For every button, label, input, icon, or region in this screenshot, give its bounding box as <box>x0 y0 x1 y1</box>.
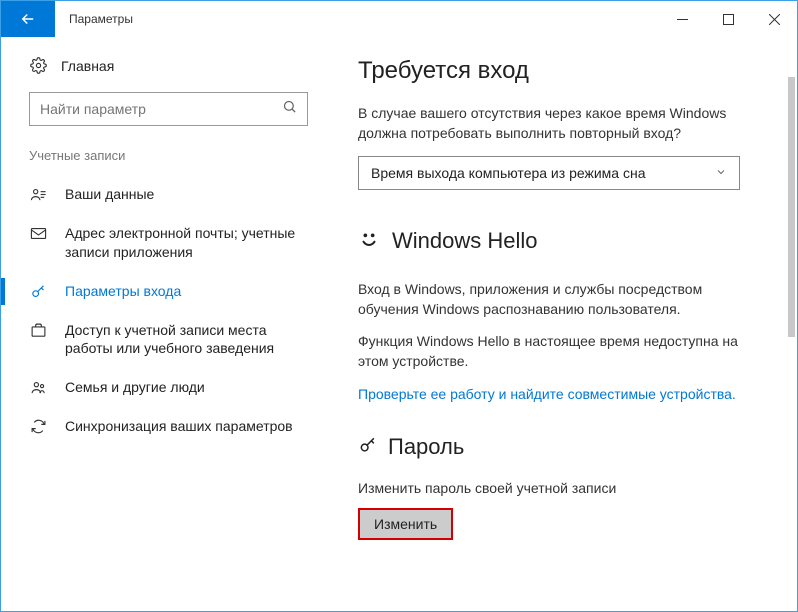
back-button[interactable] <box>1 1 55 37</box>
require-signin-dropdown[interactable]: Время выхода компьютера из режима сна <box>358 156 740 190</box>
window-title: Параметры <box>69 12 133 26</box>
arrow-left-icon <box>19 10 37 28</box>
minimize-icon <box>677 14 688 25</box>
nav-your-info[interactable]: Ваши данные <box>1 175 336 214</box>
hello-heading-row: Windows Hello <box>358 228 777 255</box>
nav-list: Ваши данные Адрес электронной почты; уче… <box>1 175 336 446</box>
nav-email-accounts[interactable]: Адрес электронной почты; учетные записи … <box>1 214 336 272</box>
password-heading-row: Пароль <box>358 434 777 460</box>
signin-description: В случае вашего отсутствия через какое в… <box>358 103 758 144</box>
maximize-icon <box>723 14 734 25</box>
close-button[interactable] <box>751 1 797 37</box>
key-icon <box>29 283 47 300</box>
scrollbar[interactable] <box>788 77 795 337</box>
signin-heading: Требуется вход <box>358 57 777 85</box>
nav-family[interactable]: Семья и другие люди <box>1 368 336 407</box>
search-box[interactable] <box>29 92 308 126</box>
hello-p1: Вход в Windows, приложения и службы поср… <box>358 279 758 320</box>
search-icon <box>282 99 297 119</box>
sidebar: Главная Учетные записи Ваши данные Адрес… <box>1 37 336 611</box>
nav-label: Параметры входа <box>65 282 308 301</box>
nav-work-access[interactable]: Доступ к учетной записи места работы или… <box>1 311 336 369</box>
nav-sync[interactable]: Синхронизация ваших параметров <box>1 407 336 446</box>
window-controls <box>659 1 797 37</box>
hello-compat-link[interactable]: Проверьте ее работу и найдите совместимы… <box>358 384 758 404</box>
content-pane: Требуется вход В случае вашего отсутстви… <box>336 37 797 611</box>
nav-label: Адрес электронной почты; учетные записи … <box>65 224 308 262</box>
password-heading: Пароль <box>388 434 464 460</box>
change-password-button[interactable]: Изменить <box>358 508 453 540</box>
nav-label: Ваши данные <box>65 185 308 204</box>
nav-label: Семья и другие люди <box>65 378 308 397</box>
nav-label: Доступ к учетной записи места работы или… <box>65 321 308 359</box>
section-label: Учетные записи <box>1 148 336 175</box>
hello-p2: Функция Windows Hello в настоящее время … <box>358 331 758 372</box>
smiley-icon <box>358 228 380 255</box>
password-desc: Изменить пароль своей учетной записи <box>358 478 758 498</box>
gear-icon <box>29 57 47 74</box>
maximize-button[interactable] <box>705 1 751 37</box>
chevron-down-icon <box>715 165 727 181</box>
sync-icon <box>29 418 47 435</box>
close-icon <box>769 14 780 25</box>
titlebar: Параметры <box>1 1 797 37</box>
hello-heading: Windows Hello <box>392 228 538 254</box>
nav-signin-options[interactable]: Параметры входа <box>1 272 336 311</box>
person-card-icon <box>29 186 47 203</box>
mail-icon <box>29 225 47 242</box>
nav-label: Синхронизация ваших параметров <box>65 417 308 436</box>
people-icon <box>29 379 47 396</box>
search-input[interactable] <box>40 101 282 117</box>
home-label: Главная <box>61 58 114 74</box>
home-nav[interactable]: Главная <box>1 51 336 92</box>
key-icon <box>358 435 378 460</box>
minimize-button[interactable] <box>659 1 705 37</box>
briefcase-icon <box>29 322 47 339</box>
dropdown-value: Время выхода компьютера из режима сна <box>371 165 645 181</box>
